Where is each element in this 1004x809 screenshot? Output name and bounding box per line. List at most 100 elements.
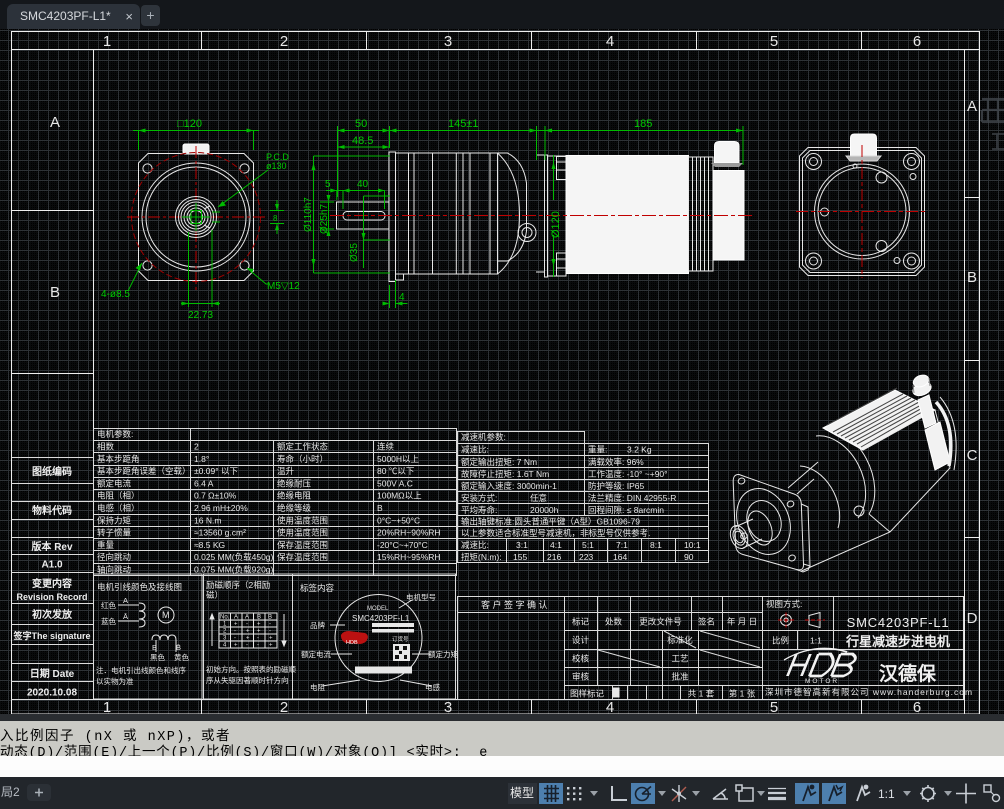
- svg-text:深圳市德智高新有限公司 www.handerburg.com: 深圳市德智高新有限公司 www.handerburg.com: [765, 687, 973, 697]
- svg-text:155: 155: [513, 552, 527, 562]
- svg-text:4: 4: [399, 292, 405, 303]
- svg-text:共 1 套: 共 1 套: [688, 689, 715, 699]
- svg-text:使用温度范围: 使用温度范围: [277, 528, 328, 538]
- svg-text:A: A: [123, 596, 128, 605]
- svg-text:电机型号: 电机型号: [406, 592, 436, 602]
- svg-text:1:1: 1:1: [878, 787, 895, 801]
- svg-text:185: 185: [634, 118, 652, 130]
- svg-text:1: 1: [103, 33, 111, 50]
- svg-text:任意: 任意: [530, 493, 547, 503]
- svg-text:第 1 张: 第 1 张: [729, 689, 756, 699]
- svg-text:图样标记: 图样标记: [570, 689, 605, 699]
- svg-text:电感（相）: 电感（相）: [97, 503, 140, 513]
- svg-text:防护等级: IP65: 防护等级: IP65: [588, 481, 644, 491]
- svg-text:安装方式:: 安装方式:: [461, 493, 497, 503]
- svg-text:+: +: [269, 643, 273, 649]
- svg-text:A: A: [50, 114, 60, 131]
- svg-text:Ø110h7: Ø110h7: [303, 197, 314, 232]
- svg-text:图纸编码: 图纸编码: [32, 465, 72, 478]
- svg-text:3:1: 3:1: [516, 540, 528, 550]
- svg-text:Ø25h7: Ø25h7: [319, 204, 330, 234]
- svg-text:-: -: [269, 622, 271, 628]
- svg-text:HDB: HDB: [346, 640, 358, 646]
- svg-text:20000h: 20000h: [530, 505, 559, 515]
- svg-text:+: +: [234, 622, 238, 628]
- svg-text:品牌: 品牌: [310, 620, 325, 630]
- svg-text:使用温度范围: 使用温度范围: [277, 515, 328, 525]
- svg-text:电机引线颜色及接线图: 电机引线颜色及接线图: [97, 582, 182, 592]
- svg-text:48.5: 48.5: [352, 135, 373, 147]
- svg-text:B: B: [257, 615, 261, 621]
- svg-text:3.2 Kg: 3.2 Kg: [627, 445, 652, 455]
- svg-text:连续: 连续: [377, 442, 395, 452]
- svg-text:+: +: [246, 636, 250, 642]
- svg-text:法兰精度: DIN 42955-R: 法兰精度: DIN 42955-R: [588, 493, 676, 503]
- svg-text:0.025 MM(负载450g): 0.025 MM(负载450g): [194, 552, 274, 562]
- svg-text:1.8°: 1.8°: [194, 454, 209, 464]
- svg-text:寿命（小时）: 寿命（小时）: [277, 454, 328, 464]
- svg-text:物料代码: 物料代码: [32, 504, 72, 517]
- svg-text:基本步距角误差（空载）: 基本步距角误差（空载）: [97, 466, 191, 476]
- svg-text:≈13560 g.cm²: ≈13560 g.cm²: [194, 528, 246, 538]
- svg-text:D: D: [967, 610, 978, 627]
- svg-text:绝缘电阻: 绝缘电阻: [277, 491, 312, 501]
- svg-text:-: -: [234, 629, 236, 635]
- svg-text:电机参数:: 电机参数:: [97, 429, 133, 439]
- svg-text:视图方式:: 视图方式:: [766, 599, 802, 609]
- svg-text:年 月 日: 年 月 日: [727, 617, 757, 627]
- svg-text:16 N.m: 16 N.m: [194, 515, 221, 525]
- svg-text:标记: 标记: [572, 617, 590, 627]
- svg-text:ø130: ø130: [266, 161, 287, 171]
- svg-text:批准: 批准: [671, 672, 689, 682]
- svg-text:7:1: 7:1: [616, 540, 628, 550]
- svg-text:-20°C~+70°C: -20°C~+70°C: [377, 540, 428, 550]
- svg-text:变更内容: 变更内容: [32, 577, 72, 590]
- svg-text:22.73: 22.73: [188, 310, 213, 321]
- svg-text:比例: 比例: [772, 636, 789, 646]
- svg-text:重量:: 重量:: [588, 445, 607, 455]
- svg-text:电感: 电感: [425, 682, 440, 692]
- svg-text:黑色: 黑色: [150, 652, 165, 662]
- svg-text:额定力矩: 额定力矩: [428, 649, 458, 659]
- svg-text:重量: 重量: [97, 540, 115, 550]
- svg-text:电阻: 电阻: [310, 682, 325, 692]
- svg-text:黄色: 黄色: [174, 652, 189, 662]
- svg-text:+: +: [234, 643, 238, 649]
- svg-text:模型: 模型: [510, 786, 534, 800]
- svg-text:2020.10.08: 2020.10.08: [27, 688, 77, 699]
- svg-text:日期 Date: 日期 Date: [30, 667, 75, 680]
- svg-text:B: B: [50, 284, 60, 301]
- svg-text:50: 50: [355, 118, 367, 130]
- svg-text:1: 1: [103, 699, 111, 714]
- svg-text:励磁顺序（2相励: 励磁顺序（2相励: [206, 580, 270, 590]
- svg-text:2: 2: [280, 699, 288, 714]
- svg-text:-: -: [234, 636, 236, 642]
- svg-text:B̄: B̄: [176, 643, 181, 652]
- svg-text:5: 5: [770, 699, 778, 714]
- svg-text:0°C~+50°C: 0°C~+50°C: [377, 515, 420, 525]
- svg-text:绝缘等级: 绝缘等级: [277, 503, 312, 513]
- svg-text:A: A: [967, 98, 977, 115]
- svg-text:工作温度: -10° ~+90°: 工作温度: -10° ~+90°: [588, 469, 668, 479]
- svg-text:保持力矩: 保持力矩: [97, 515, 132, 525]
- svg-text:+: +: [246, 629, 250, 635]
- svg-text:2: 2: [280, 33, 288, 50]
- svg-text:2.96 mH±20%: 2.96 mH±20%: [194, 503, 248, 513]
- svg-text:-: -: [257, 643, 259, 649]
- svg-text:+: +: [257, 622, 261, 628]
- svg-text:4:1: 4:1: [550, 540, 562, 550]
- svg-text:□120: □120: [177, 118, 202, 130]
- svg-text:4: 4: [606, 33, 614, 50]
- svg-text:M5▽12: M5▽12: [267, 281, 300, 292]
- svg-text:Revision Record: Revision Record: [16, 592, 87, 602]
- svg-text:4: 4: [606, 699, 614, 714]
- svg-text:80 ℃以下: 80 ℃以下: [377, 466, 415, 476]
- svg-text:满载效率: 96%: 满载效率: 96%: [588, 457, 644, 467]
- svg-text:8: 8: [273, 214, 278, 223]
- svg-text:164: 164: [613, 552, 627, 562]
- svg-text:序从失驱因著顺时针方向: 序从失驱因著顺时针方向: [206, 675, 289, 685]
- svg-text:额定工作状态: 额定工作状态: [277, 442, 329, 452]
- svg-text:输出轴键标准:圆头普通平键（A型）GB1096-79: 输出轴键标准:圆头普通平键（A型）GB1096-79: [461, 517, 640, 527]
- svg-text:设计: 设计: [572, 635, 590, 645]
- svg-text:局2: 局2: [1, 785, 20, 799]
